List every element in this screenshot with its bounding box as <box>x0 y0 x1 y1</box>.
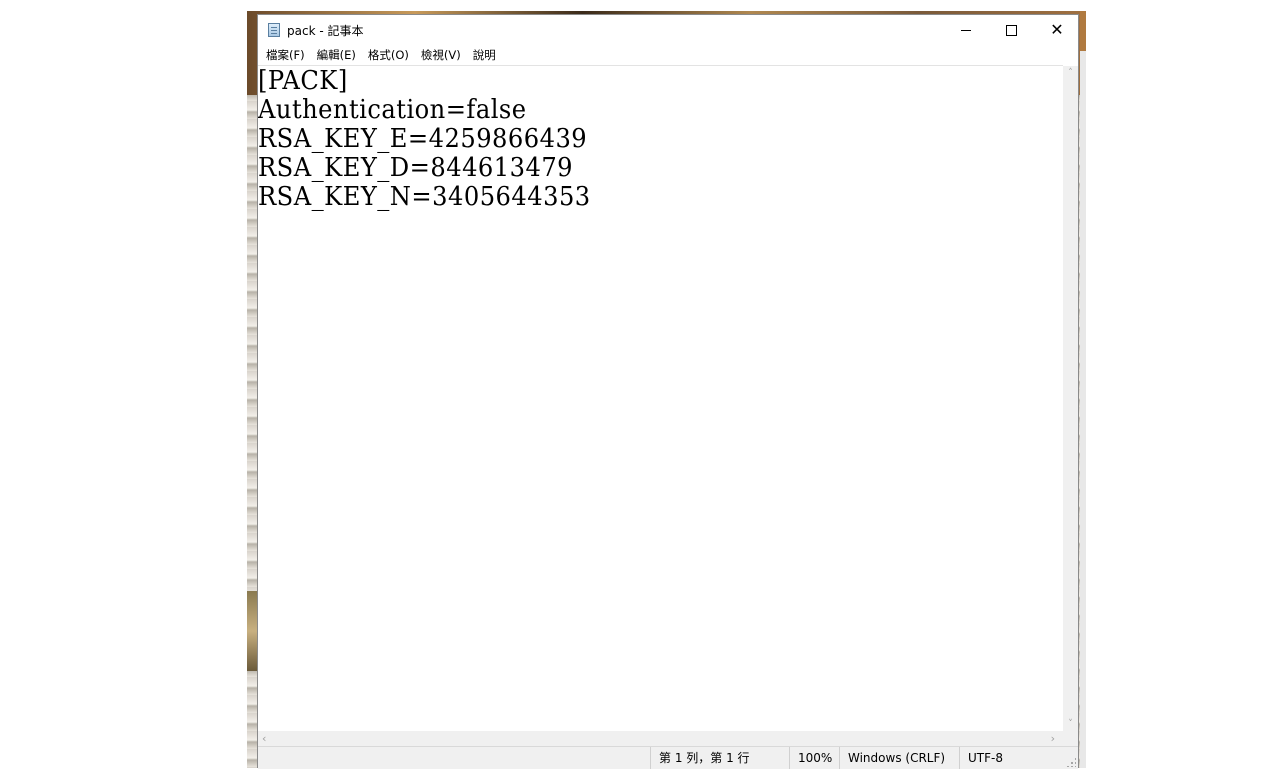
maximize-button[interactable] <box>988 15 1034 45</box>
maximize-icon <box>1005 24 1017 36</box>
encoding: UTF-8 <box>959 747 1059 769</box>
notepad-icon[interactable] <box>268 23 280 37</box>
minimize-icon <box>961 29 971 31</box>
notepad-window: pack - 記事本 ✕ 檔案(F) 編輯(E) 格式(O) 檢視(V) 說明 … <box>257 14 1079 769</box>
scroll-down-icon[interactable]: ˅ <box>1063 719 1078 729</box>
wallpaper-right-band <box>1080 11 1086 768</box>
title-bar[interactable]: pack - 記事本 ✕ <box>258 15 1078 45</box>
editor-line[interactable]: RSA_KEY_E=4259866439 <box>258 125 1007 154</box>
menu-file[interactable]: 檔案(F) <box>260 45 311 65</box>
menu-view[interactable]: 檢視(V) <box>415 45 467 65</box>
text-editor[interactable]: [PACK] Authentication=false RSA_KEY_E=42… <box>258 65 1063 731</box>
status-bar: 第 1 列，第 1 行 100% Windows (CRLF) UTF-8 <box>258 746 1078 769</box>
menu-bar: 檔案(F) 編輯(E) 格式(O) 檢視(V) 說明 <box>258 45 1078 65</box>
editor-line[interactable]: RSA_KEY_N=3405644353 <box>258 183 1007 212</box>
close-button[interactable]: ✕ <box>1034 15 1080 45</box>
editor-line[interactable]: [PACK] <box>258 67 1007 96</box>
horizontal-scrollbar[interactable]: ‹ › <box>258 731 1063 746</box>
wallpaper-decoration <box>247 591 257 671</box>
minimize-button[interactable] <box>943 15 989 45</box>
editor-line[interactable]: RSA_KEY_D=844613479 <box>258 154 1007 183</box>
window-title: pack - 記事本 <box>287 24 364 38</box>
vertical-scrollbar[interactable]: ˄ ˅ <box>1063 66 1078 731</box>
scrollbar-corner <box>1063 731 1078 746</box>
zoom-level: 100% <box>789 747 839 769</box>
line-ending: Windows (CRLF) <box>839 747 959 769</box>
scroll-up-icon[interactable]: ˄ <box>1063 68 1078 78</box>
scroll-right-icon[interactable]: › <box>1051 731 1055 746</box>
menu-format[interactable]: 格式(O) <box>362 45 415 65</box>
menu-edit[interactable]: 編輯(E) <box>311 45 362 65</box>
cursor-position: 第 1 列，第 1 行 <box>650 747 789 769</box>
editor-line[interactable]: Authentication=false <box>258 96 1007 125</box>
resize-grip-icon[interactable] <box>1066 757 1076 767</box>
close-icon: ✕ <box>1050 20 1064 39</box>
scroll-left-icon[interactable]: ‹ <box>262 731 266 746</box>
menu-help[interactable]: 說明 <box>467 45 502 65</box>
